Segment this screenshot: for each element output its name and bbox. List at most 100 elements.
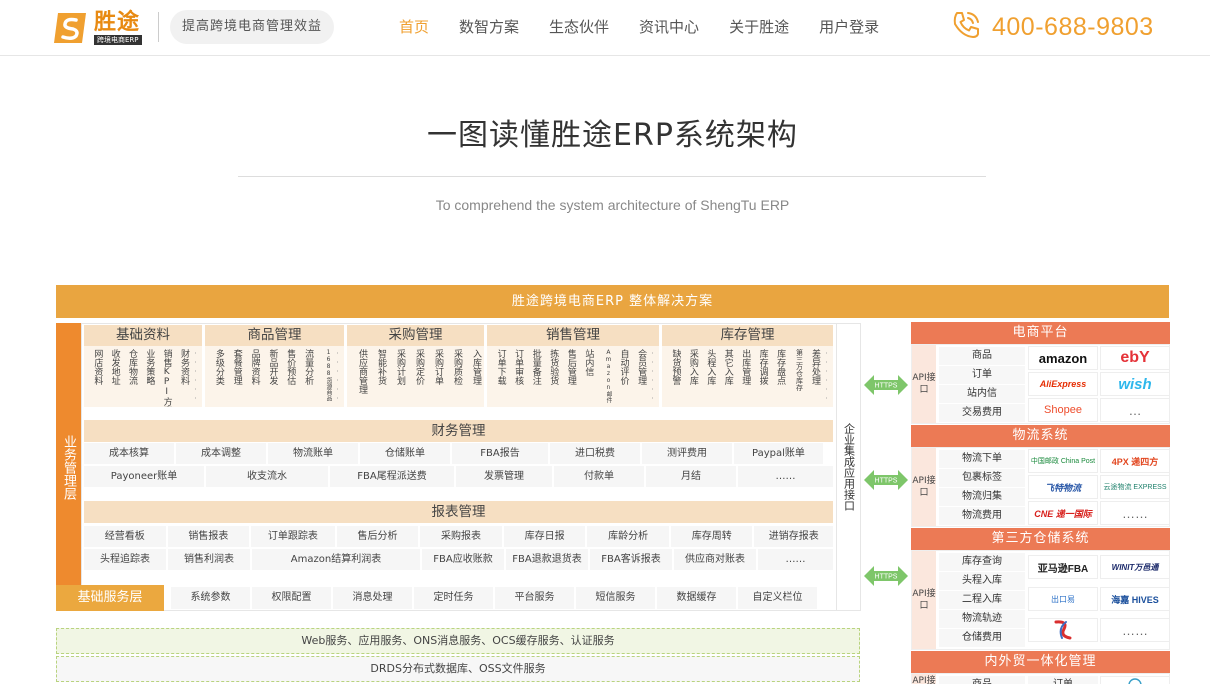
base-service-label: 基础服务层 <box>56 585 164 611</box>
module-item: 出库管理 <box>740 349 751 385</box>
base-service-cell: 系统参数 <box>171 587 250 609</box>
module-item: 流量分析 <box>303 349 314 385</box>
module-item: 采购入库 <box>687 349 698 385</box>
platform-item: 二程入库 <box>939 591 1025 609</box>
api-label: API接口 <box>912 448 936 526</box>
finance-cell: 收支流水 <box>206 466 328 487</box>
module-item: 仓库物流 <box>126 349 137 385</box>
shopee-logo: Shopee <box>1028 398 1098 422</box>
finance-cell: 物流账单 <box>268 443 358 464</box>
module-purchase-management: 采购管理 供应商管理 智能补货 采购计划 采购定价 采购订单 采购质检 入库管理 <box>347 325 484 407</box>
business-layer-label: 业务管理层 <box>56 323 81 611</box>
4px-logo: 4PX 递四方 <box>1100 449 1170 473</box>
module-basic-data: 基础资料 网店资料 收发地址 仓库物流 业务策略 销售KPI方案 财务资料 ··… <box>84 325 202 407</box>
nav-partners[interactable]: 生态伙伴 <box>534 0 624 56</box>
amazon-logo: amazon <box>1028 346 1098 370</box>
module-item: 自动评价 <box>618 349 629 385</box>
report-cell: 供应商对账表 <box>674 549 756 570</box>
finance-cell: 成本调整 <box>176 443 266 464</box>
platform-item: 商品 <box>939 676 1025 684</box>
module-item: 1688货源商品 <box>325 349 333 401</box>
https-label: HTTPS <box>875 574 898 581</box>
nav-solutions[interactable]: 数智方案 <box>444 0 534 56</box>
module-item: 拣货验货 <box>548 349 559 385</box>
report-title: 报表管理 <box>84 501 833 523</box>
nav-news[interactable]: 资讯中心 <box>624 0 714 56</box>
base-service-cell: 短信服务 <box>576 587 655 609</box>
finance-cell: 付款单 <box>554 466 644 487</box>
finance-cell: FBA尾程派送费 <box>330 466 454 487</box>
platform-trade-title: 内外贸一体化管理 <box>911 651 1170 673</box>
finance-cell: Payoneer账单 <box>84 466 204 487</box>
nav-home[interactable]: 首页 <box>384 0 444 56</box>
report-cell: FBA客诉报表 <box>590 549 672 570</box>
module-item: 财务资料 <box>178 349 189 385</box>
module-item: 批量备注 <box>530 349 541 385</box>
platform-item: 交易费用 <box>939 404 1025 422</box>
report-cell: …… <box>758 549 833 570</box>
module-item: 供应商管理 <box>357 349 367 394</box>
finance-cell: Paypal账单 <box>734 443 823 464</box>
platform-item: 订单 <box>1028 676 1098 684</box>
base-service-cell: 消息处理 <box>333 587 412 609</box>
china-post-logo: 中国邮政 China Post <box>1028 449 1098 473</box>
report-cell: 头程追踪表 <box>84 549 166 570</box>
feite-logo: 飞特物流 <box>1028 475 1098 499</box>
platform-item: 商品 <box>939 347 1025 365</box>
module-title: 商品管理 <box>205 325 344 346</box>
amazon-fba-logo: 亚马逊FBA <box>1028 555 1098 579</box>
platform-item: 库存查询 <box>939 553 1025 571</box>
infra-storage-row: DRDS分布式数据库、OSS文件服务 <box>56 656 860 682</box>
nav-about[interactable]: 关于胜途 <box>714 0 804 56</box>
module-item: 采购质检 <box>452 349 462 385</box>
report-cell: 订单跟踪表 <box>251 526 335 547</box>
winit-logo: WINIT万邑通 <box>1100 555 1170 579</box>
module-item: 头程入库 <box>705 349 716 385</box>
logo[interactable]: 胜途 跨境电商ERP <box>52 8 156 48</box>
module-item: 第三方仓库存 <box>795 349 804 391</box>
phone-contact[interactable]: 400-688-9803 <box>950 6 1154 48</box>
finance-title: 财务管理 <box>84 420 833 442</box>
platform-item: 包裹标签 <box>939 469 1025 487</box>
module-item: 套餐管理 <box>231 349 242 385</box>
aliexpress-logo: AliExpress <box>1028 372 1098 396</box>
report-cell: FBA应收账款 <box>422 549 504 570</box>
module-item: 业务策略 <box>144 349 155 385</box>
module-inventory-management: 库存管理 缺货预警 采购入库 头程入库 其它入库 出库管理 库存调拨 库存盘点 … <box>662 325 833 407</box>
more-dots: ······ <box>190 349 200 403</box>
platform-ecommerce-title: 电商平台 <box>911 322 1170 344</box>
module-item: 新品开发 <box>267 349 278 385</box>
platform-item: 物流归集 <box>939 488 1025 506</box>
module-item: 其它入库 <box>722 349 733 385</box>
https-label: HTTPS <box>875 383 898 390</box>
report-row-2: 头程追踪表 销售利润表 Amazon结算利润表 FBA应收账款 FBA退款退货表… <box>84 549 833 570</box>
wish-logo: wish <box>1100 372 1170 396</box>
infra-service-row: Web服务、应用服务、ONS消息服务、OCS缓存服务、认证服务 <box>56 628 860 654</box>
module-item: 库存盘点 <box>775 349 786 385</box>
more-dots: ······ <box>821 349 831 403</box>
module-title: 采购管理 <box>347 325 484 346</box>
phone-number: 400-688-9803 <box>992 12 1154 41</box>
module-item: 差异处理 <box>809 349 820 385</box>
report-cell: 销售利润表 <box>168 549 250 570</box>
platform-item: 仓储费用 <box>939 629 1025 647</box>
more-dots: ······ <box>333 349 343 403</box>
nav-login[interactable]: 用户登录 <box>804 0 894 56</box>
module-item: 收发地址 <box>109 349 120 385</box>
platform-item: 站内信 <box>939 385 1025 403</box>
base-service-cell: 数据缓存 <box>657 587 736 609</box>
report-row-1: 经营看板 销售报表 订单跟踪表 售后分析 采购报表 库存日报 库龄分析 库存周转… <box>84 526 834 547</box>
module-item: Amazon邮件 <box>604 349 612 403</box>
finance-cell: 测评费用 <box>642 443 732 464</box>
finance-row-1: 成本核算 成本调整 物流账单 仓储账单 FBA报告 进口税费 测评费用 Payp… <box>84 443 833 464</box>
hives-logo: 海嘉 HIVES <box>1100 587 1170 611</box>
chukou1-logo: 出口易 <box>1028 587 1098 611</box>
module-item: 销售KPI方案 <box>161 349 172 407</box>
platform-trade: API接口 商品 订单 <box>911 673 1170 684</box>
finance-cell: 进口税费 <box>550 443 640 464</box>
module-item: 售价预估 <box>285 349 296 385</box>
platform-warehouse-title: 第三方仓储系统 <box>911 528 1170 550</box>
base-service-cell: 平台服务 <box>495 587 574 609</box>
site-header: 胜途 跨境电商ERP 提高跨境电商管理效益 首页 数智方案 生态伙伴 资讯中心 … <box>0 0 1210 56</box>
logo-s-icon <box>52 9 90 47</box>
